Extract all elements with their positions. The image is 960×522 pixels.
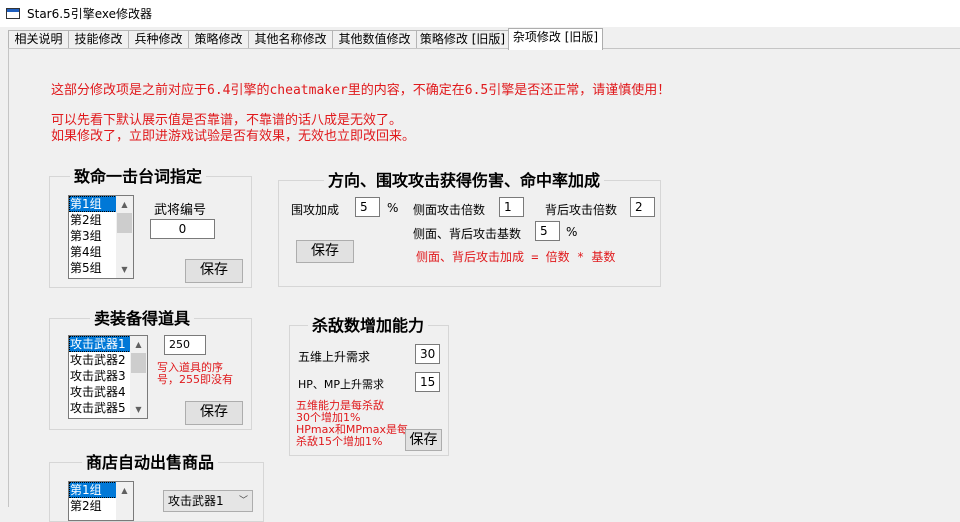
app-window-icon: [6, 8, 20, 19]
direction-attack-title: 方向、围攻攻击获得伤害、命中率加成: [324, 171, 605, 191]
hpmp-requirement-label: HP、MP上升需求: [298, 378, 385, 391]
notice-line-1: 这部分修改项是之前对应于6.4引擎的cheatmaker里的内容，不确定在6.5…: [51, 83, 671, 98]
base-unit: %: [566, 225, 578, 239]
base-input[interactable]: 5: [535, 221, 560, 241]
tab-other-names[interactable]: 其他名称修改: [248, 30, 333, 49]
siege-unit: %: [387, 201, 399, 215]
sell-equipment-group: 卖装备得道具 攻击武器1 攻击武器2 攻击武器3 攻击武器4 攻击武器5 ▲ ▼…: [49, 309, 252, 430]
tab-panel-misc: 这部分修改项是之前对应于6.4引擎的cheatmaker里的内容，不确定在6.5…: [8, 48, 960, 522]
scroll-up-icon[interactable]: ▲: [116, 482, 133, 499]
sell-save-button[interactable]: 保存: [185, 401, 243, 425]
direction-save-button[interactable]: 保存: [296, 240, 354, 263]
kill-bonus-group: 杀敌数增加能力 五维上升需求 30 HP、MP上升需求 15 五维能力是每杀敌 …: [289, 316, 449, 456]
kill-bonus-title: 杀敌数增加能力: [308, 316, 429, 336]
side-multiplier-input[interactable]: 1: [499, 197, 524, 217]
critical-group-list[interactable]: 第1组 第2组 第3组 第4组 第5组 ▲ ▼: [68, 195, 134, 279]
tab-other-values[interactable]: 其他数值修改: [332, 30, 417, 49]
list-scrollbar[interactable]: ▲ ▼: [116, 196, 133, 278]
stats-requirement-label: 五维上升需求: [298, 350, 371, 364]
base-label: 侧面、背后攻击基数: [413, 227, 522, 241]
auto-sell-title: 商店自动出售商品: [82, 453, 219, 473]
auto-sell-group-list[interactable]: 第1组 第2组 ▲: [68, 481, 134, 521]
tab-skills[interactable]: 技能修改: [68, 30, 129, 49]
general-number-input[interactable]: 0: [150, 219, 215, 239]
scroll-up-icon[interactable]: ▲: [116, 196, 133, 213]
kill-save-button[interactable]: 保存: [405, 429, 442, 451]
scroll-thumb[interactable]: [117, 213, 132, 233]
scroll-down-icon[interactable]: ▼: [116, 261, 133, 278]
back-multiplier-label: 背后攻击倍数: [545, 203, 618, 217]
list-scrollbar[interactable]: ▲: [116, 482, 133, 520]
side-multiplier-label: 侧面攻击倍数: [413, 203, 486, 217]
item-number-hint-2: 号，255即没有: [157, 373, 233, 386]
hpmp-requirement-input[interactable]: 15: [415, 372, 440, 392]
general-number-label: 武将编号: [154, 203, 207, 218]
critical-save-button[interactable]: 保存: [185, 259, 243, 283]
tab-about[interactable]: 相关说明: [8, 30, 69, 49]
auto-sell-group: 商店自动出售商品 第1组 第2组 ▲ 攻击武器1 ﹀: [49, 453, 264, 522]
tab-units[interactable]: 兵种修改: [128, 30, 189, 49]
item-number-input[interactable]: 250: [164, 335, 206, 355]
back-multiplier-input[interactable]: 2: [630, 197, 655, 217]
tab-strategy-old[interactable]: 策略修改 [旧版]: [416, 30, 509, 49]
select-value: 攻击武器1: [168, 494, 224, 508]
window-title: Star6.5引擎exe修改器: [27, 7, 152, 21]
scroll-up-icon[interactable]: ▲: [130, 336, 147, 353]
scroll-down-icon[interactable]: ▼: [130, 401, 147, 418]
tab-strategy[interactable]: 策略修改: [188, 30, 249, 49]
title-bar: Star6.5引擎exe修改器: [0, 0, 960, 27]
auto-sell-item-select[interactable]: 攻击武器1 ﹀: [163, 490, 253, 512]
direction-formula: 侧面、背后攻击加成 = 倍数 * 基数: [416, 250, 616, 264]
siege-bonus-input[interactable]: 5: [355, 197, 380, 217]
weapon-list[interactable]: 攻击武器1 攻击武器2 攻击武器3 攻击武器4 攻击武器5 ▲ ▼: [68, 335, 148, 419]
chevron-down-icon: ﹀: [238, 496, 248, 506]
direction-attack-group: 方向、围攻攻击获得伤害、命中率加成 围攻加成 5 % 侧面攻击倍数 1 背后攻击…: [278, 171, 661, 287]
tab-misc-old[interactable]: 杂项修改 [旧版]: [508, 28, 603, 50]
siege-bonus-label: 围攻加成: [291, 203, 340, 217]
list-scrollbar[interactable]: ▲ ▼: [130, 336, 147, 418]
stats-requirement-input[interactable]: 30: [415, 344, 440, 364]
critical-hit-group: 致命一击台词指定 第1组 第2组 第3组 第4组 第5组 ▲ ▼ 武将编号 0 …: [49, 167, 252, 288]
critical-hit-title: 致命一击台词指定: [70, 167, 207, 187]
sell-equipment-title: 卖装备得道具: [90, 309, 195, 329]
kill-hint-4: 杀敌15个增加1%: [296, 435, 383, 448]
notice-line-3: 如果修改了，立即进游戏试验是否有效果，无效也立即改回来。: [51, 129, 416, 144]
scroll-thumb[interactable]: [131, 353, 146, 373]
